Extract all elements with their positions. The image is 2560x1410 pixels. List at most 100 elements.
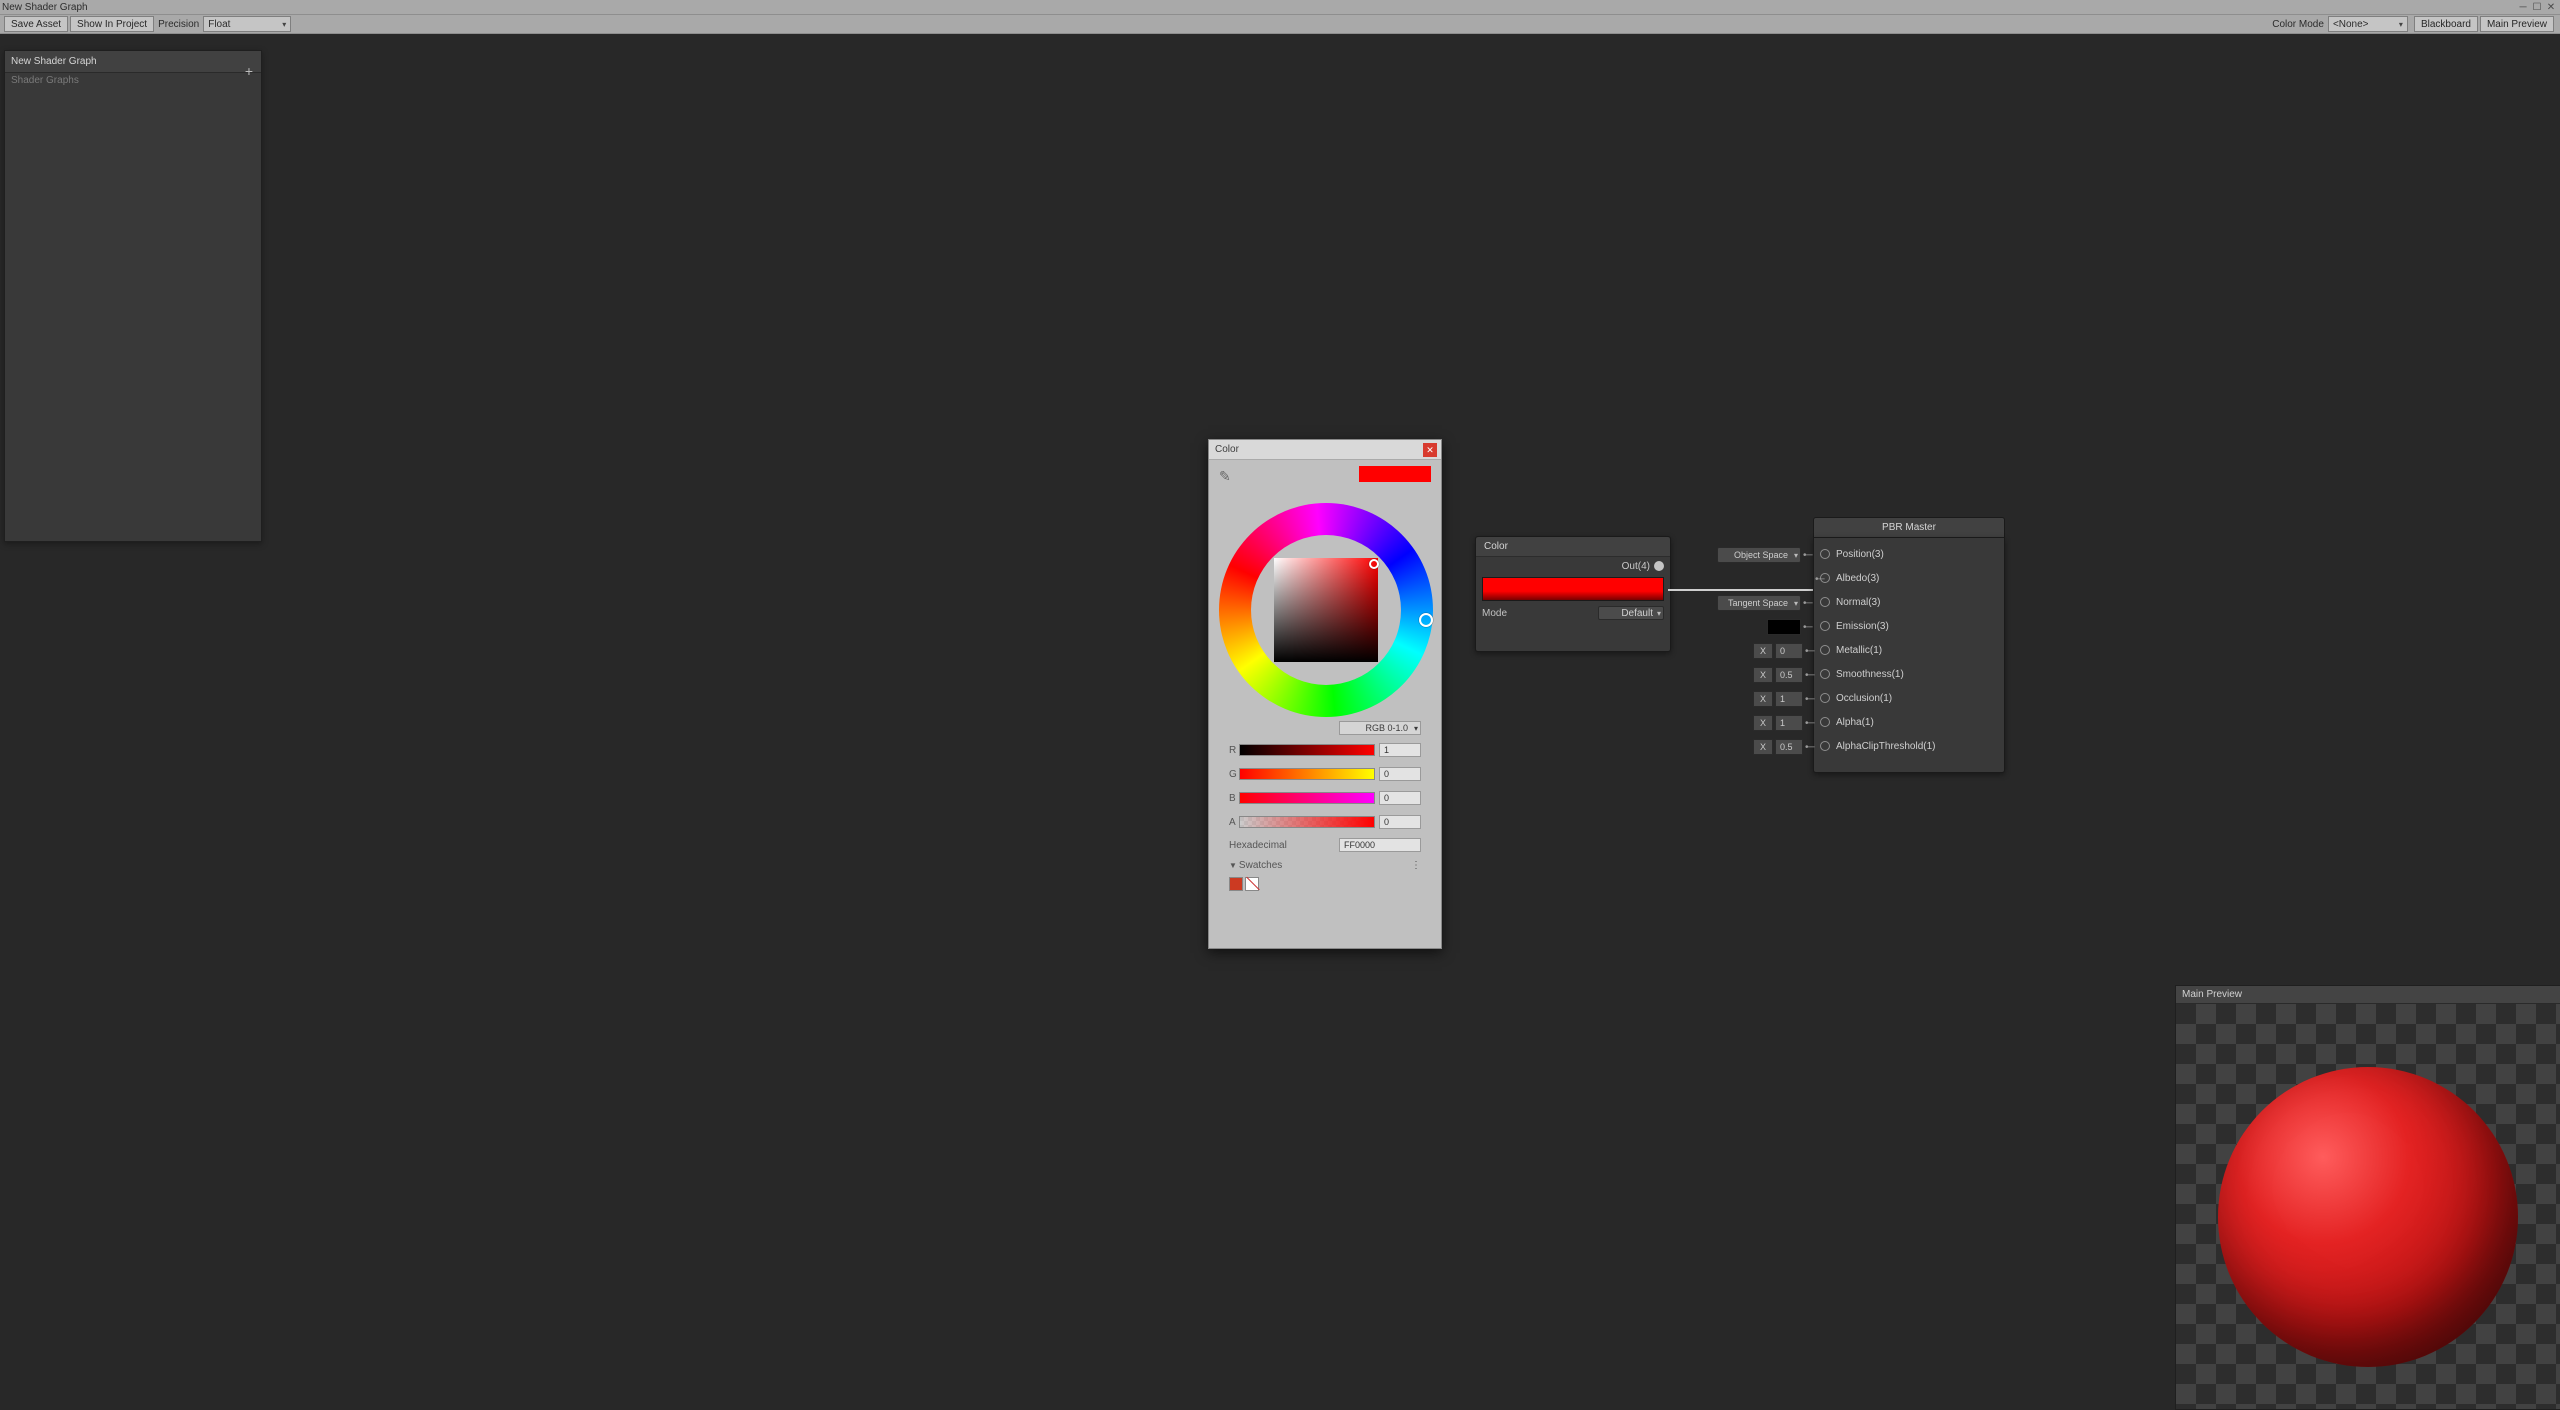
g-input[interactable]: 0	[1379, 767, 1421, 781]
color-node-swatch[interactable]	[1482, 577, 1664, 601]
vec-label: X	[1753, 739, 1773, 755]
value-input[interactable]: 1	[1775, 715, 1803, 731]
a-label: A	[1229, 817, 1239, 828]
pbr-master-title[interactable]: PBR Master	[1813, 517, 2005, 537]
window-close-icon[interactable]: ✕	[2546, 2, 2556, 13]
pbr-input-4: X0•─	[1753, 641, 1816, 661]
space-dropdown[interactable]: Object Space	[1717, 547, 1801, 563]
blackboard-panel[interactable]: New Shader Graph Shader Graphs +	[4, 50, 262, 542]
value-input[interactable]: 0	[1775, 643, 1803, 659]
pbr-input-2: Tangent Space•─	[1717, 593, 1814, 613]
g-label: G	[1229, 769, 1239, 780]
pbr-port-label: Metallic(1)	[1836, 645, 1882, 656]
emission-swatch[interactable]	[1767, 619, 1801, 635]
pbr-slot-alphaclipthreshold1: AlphaClipThreshold(1)	[1814, 734, 2004, 758]
swatch-0[interactable]	[1229, 877, 1243, 891]
pbr-port-label: Occlusion(1)	[1836, 693, 1892, 704]
main-preview-panel[interactable]: Main Preview	[2175, 985, 2560, 1410]
pbr-port-label: Emission(3)	[1836, 621, 1889, 632]
vec-label: X	[1753, 643, 1773, 659]
r-input[interactable]: 1	[1379, 743, 1421, 757]
pbr-in-port[interactable]	[1820, 621, 1830, 631]
pbr-input-0: Object Space•─	[1717, 545, 1814, 565]
pbr-port-label: Smoothness(1)	[1836, 669, 1904, 680]
connector-icon: •─	[1805, 694, 1814, 705]
vec-label: X	[1753, 715, 1773, 731]
color-mode-dropdown[interactable]: <None>	[2328, 16, 2408, 32]
connector-icon: •─	[1803, 598, 1812, 609]
current-color-swatch[interactable]	[1359, 466, 1431, 482]
color-picker-close-button[interactable]: ✕	[1423, 443, 1437, 457]
main-preview-title[interactable]: Main Preview	[2176, 986, 2560, 1004]
blackboard-subtitle: Shader Graphs	[5, 73, 261, 88]
pbr-input-5: X0.5•─	[1753, 665, 1816, 685]
a-slider-bg	[1239, 816, 1375, 828]
pbr-slot-emission3: Emission(3)	[1814, 614, 2004, 638]
swatches-menu-icon[interactable]: ⋮	[1411, 860, 1421, 871]
value-input[interactable]: 1	[1775, 691, 1803, 707]
color-node-mode-dropdown[interactable]: Default	[1598, 606, 1664, 620]
blackboard-toggle-button[interactable]: Blackboard	[2414, 16, 2478, 32]
g-slider[interactable]	[1239, 768, 1375, 780]
a-slider[interactable]	[1239, 816, 1375, 828]
pbr-in-port[interactable]	[1820, 597, 1830, 607]
color-node-title[interactable]: Color	[1476, 537, 1670, 557]
pbr-in-port[interactable]	[1820, 717, 1830, 727]
b-slider[interactable]	[1239, 792, 1375, 804]
precision-dropdown[interactable]: Float	[203, 16, 291, 32]
color-node[interactable]: Color Out(4) Mode Default	[1475, 536, 1671, 652]
color-node-out-port[interactable]	[1654, 561, 1664, 571]
save-asset-button[interactable]: Save Asset	[4, 16, 68, 32]
pbr-port-label: Alpha(1)	[1836, 717, 1874, 728]
show-in-project-button[interactable]: Show In Project	[70, 16, 154, 32]
hex-input[interactable]: FF0000	[1339, 838, 1421, 852]
pbr-in-port[interactable]	[1820, 693, 1830, 703]
color-picker-title-bar[interactable]: Color ✕	[1209, 440, 1441, 460]
color-format-dropdown[interactable]: RGB 0-1.0	[1339, 721, 1421, 735]
vec-label: X	[1753, 667, 1773, 683]
connector-icon: •─	[1803, 550, 1812, 561]
pbr-input-1: •─	[1813, 569, 1826, 589]
pbr-input-3: •─	[1767, 617, 1814, 637]
connector-icon: •─	[1815, 574, 1824, 585]
window-maximize-icon[interactable]: ☐	[2532, 2, 2542, 13]
pbr-in-port[interactable]	[1820, 645, 1830, 655]
sv-square[interactable]	[1274, 558, 1378, 662]
swatches-label: Swatches	[1239, 860, 1282, 871]
pbr-slot-smoothness1: Smoothness(1)	[1814, 662, 2004, 686]
color-mode-label: Color Mode	[2272, 19, 2324, 30]
r-slider[interactable]	[1239, 744, 1375, 756]
pbr-slot-position3: Position(3)	[1814, 542, 2004, 566]
color-picker-window[interactable]: Color ✕ ✎ RGB 0-1.0 R 1 G 0 B 0 A	[1208, 439, 1442, 949]
eyedropper-icon[interactable]: ✎	[1219, 468, 1231, 484]
pbr-port-label: Position(3)	[1836, 549, 1884, 560]
pbr-input-6: X1•─	[1753, 689, 1816, 709]
add-property-button[interactable]: +	[245, 63, 253, 79]
vec-label: X	[1753, 691, 1773, 707]
window-title-bar: New Shader Graph ─ ☐ ✕	[0, 0, 2560, 14]
pbr-slot-albedo3: Albedo(3)	[1814, 566, 2004, 590]
connector-icon: •─	[1805, 670, 1814, 681]
pbr-in-port[interactable]	[1820, 669, 1830, 679]
pbr-in-port[interactable]	[1820, 741, 1830, 751]
preview-viewport[interactable]	[2176, 1004, 2560, 1409]
b-input[interactable]: 0	[1379, 791, 1421, 805]
connector-icon: •─	[1805, 646, 1814, 657]
r-label: R	[1229, 745, 1239, 756]
space-dropdown[interactable]: Tangent Space	[1717, 595, 1801, 611]
pbr-slot-alpha1: Alpha(1)	[1814, 710, 2004, 734]
pbr-master-node[interactable]: Position(3)Albedo(3)Normal(3)Emission(3)…	[1813, 537, 2005, 773]
hex-label: Hexadecimal	[1229, 840, 1287, 851]
swatches-foldout-icon[interactable]: ▼	[1229, 861, 1237, 870]
swatch-add[interactable]	[1245, 877, 1259, 891]
value-input[interactable]: 0.5	[1775, 667, 1803, 683]
connector-icon: •─	[1805, 718, 1814, 729]
window-minimize-icon[interactable]: ─	[2518, 2, 2528, 13]
main-preview-toggle-button[interactable]: Main Preview	[2480, 16, 2554, 32]
precision-label: Precision	[158, 19, 199, 30]
a-input[interactable]: 0	[1379, 815, 1421, 829]
value-input[interactable]: 0.5	[1775, 739, 1803, 755]
pbr-in-port[interactable]	[1820, 549, 1830, 559]
hue-wheel[interactable]	[1219, 503, 1433, 717]
b-label: B	[1229, 793, 1239, 804]
